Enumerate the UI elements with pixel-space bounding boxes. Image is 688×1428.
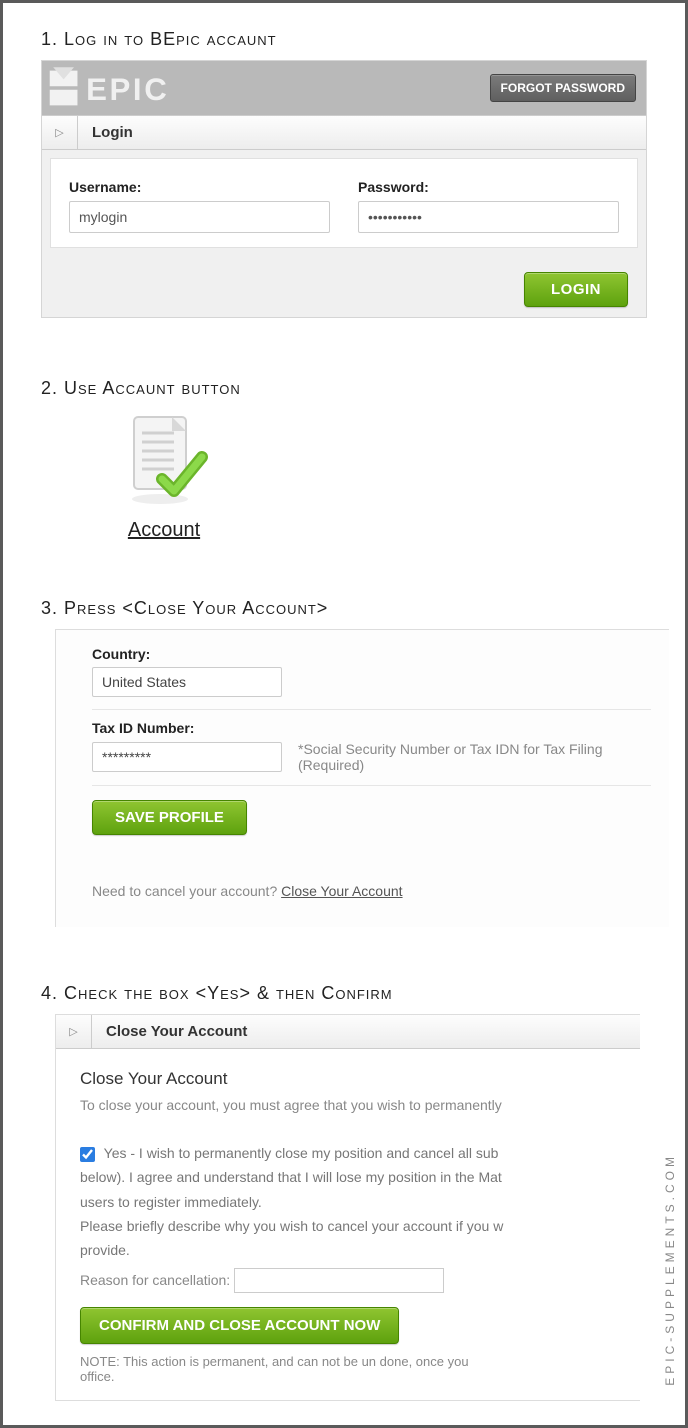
password-label: Password: bbox=[358, 179, 619, 195]
password-input[interactable] bbox=[358, 201, 619, 233]
username-label: Username: bbox=[69, 179, 330, 195]
reason-input[interactable] bbox=[234, 1268, 444, 1293]
tab-arrow-icon: ▷ bbox=[42, 116, 78, 149]
tab-arrow-icon: ▷ bbox=[56, 1015, 92, 1048]
close-account-link[interactable]: Close Your Account bbox=[281, 883, 402, 899]
account-button[interactable]: Account bbox=[99, 409, 229, 542]
agree-text-2: below). I agree and understand that I wi… bbox=[80, 1167, 626, 1187]
close-account-heading: Close Your Account bbox=[80, 1069, 626, 1089]
note-text-2: office. bbox=[80, 1369, 626, 1384]
step2-title: 2. Use Accaunt button bbox=[41, 378, 669, 399]
tax-id-hint: *Social Security Number or Tax IDN for T… bbox=[298, 741, 651, 773]
watermark-text: EPIC-SUPPLEMENTS.COM bbox=[663, 1153, 677, 1386]
tax-id-input[interactable] bbox=[92, 742, 282, 772]
reason-label: Reason for cancellation: bbox=[80, 1272, 230, 1288]
svg-text:EPIC: EPIC bbox=[86, 72, 169, 107]
save-profile-button[interactable]: SAVE PROFILE bbox=[92, 800, 247, 835]
agree-checkbox[interactable] bbox=[80, 1147, 95, 1162]
country-label: Country: bbox=[92, 646, 651, 662]
agree-text-1: Yes - I wish to permanently close my pos… bbox=[104, 1145, 499, 1161]
step4-title: 4. Check the box <Yes> & then Confirm bbox=[41, 983, 669, 1004]
close-account-lead: To close your account, you must agree th… bbox=[80, 1097, 626, 1113]
close-account-tab[interactable]: Close Your Account bbox=[92, 1015, 261, 1048]
login-tab[interactable]: Login bbox=[78, 116, 147, 149]
login-button[interactable]: LOGIN bbox=[524, 272, 628, 307]
close-account-panel: ▷ Close Your Account Close Your Account … bbox=[55, 1014, 640, 1401]
country-input[interactable] bbox=[92, 667, 282, 697]
bepic-logo: EPIC bbox=[48, 67, 308, 109]
login-panel: EPIC FORGOT PASSWORD ▷ Login Username: P… bbox=[41, 60, 647, 318]
username-input[interactable] bbox=[69, 201, 330, 233]
forgot-password-button[interactable]: FORGOT PASSWORD bbox=[490, 74, 636, 102]
provide-text: provide. bbox=[80, 1240, 626, 1260]
account-link-text: Account bbox=[128, 519, 200, 542]
document-check-icon bbox=[114, 409, 214, 509]
profile-panel: Country: Tax ID Number: *Social Security… bbox=[55, 629, 669, 927]
tax-id-label: Tax ID Number: bbox=[92, 720, 651, 736]
step1-title: 1. Log in to BEpic accaunt bbox=[41, 29, 669, 50]
confirm-close-button[interactable]: CONFIRM AND CLOSE ACCOUNT NOW bbox=[80, 1307, 399, 1344]
note-text-1: NOTE: This action is permanent, and can … bbox=[80, 1354, 626, 1369]
describe-text: Please briefly describe why you wish to … bbox=[80, 1216, 626, 1236]
step3-title: 3. Press <Close Your Account> bbox=[41, 598, 669, 619]
cancel-question-text: Need to cancel your account? bbox=[92, 883, 281, 899]
agree-text-3: users to register immediately. bbox=[80, 1192, 626, 1212]
